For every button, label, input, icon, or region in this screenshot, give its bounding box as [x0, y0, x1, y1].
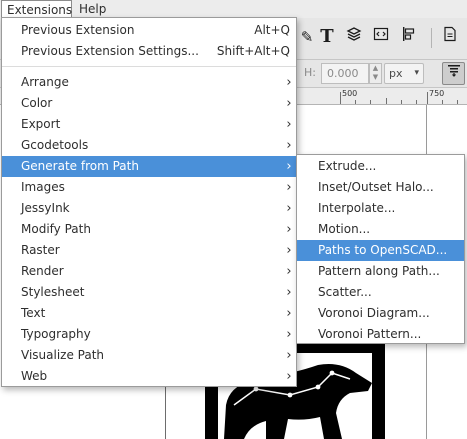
chevron-down-icon: ▾ — [414, 68, 419, 78]
menu-item-arrange[interactable]: Arrange › — [2, 72, 296, 93]
chevron-right-icon: › — [286, 369, 292, 384]
ruler-tick — [370, 100, 371, 104]
menu-item-text[interactable]: Text › — [2, 303, 296, 324]
height-spinner[interactable]: ▲ ▼ — [369, 63, 382, 84]
menu-item-render[interactable]: Render › — [2, 261, 296, 282]
extensions-menu: Previous Extension Alt+Q Previous Extens… — [1, 17, 297, 387]
submenu-item-scatter[interactable]: Scatter... — [297, 282, 464, 303]
chevron-right-icon: › — [286, 117, 292, 132]
ruler-label: 750 — [429, 89, 445, 98]
menu-item-label: Gcodetools — [21, 138, 89, 152]
unit-value: px — [389, 67, 403, 80]
ruler-tick — [427, 92, 428, 104]
ruler-tick — [457, 100, 458, 104]
menu-item-label: Text — [21, 306, 46, 320]
menu-item-label: Export — [21, 117, 61, 131]
submenu-item-interpolate[interactable]: Interpolate... — [297, 198, 464, 219]
menu-item-label: Typography — [21, 327, 91, 341]
submenu-item-motion[interactable]: Motion... — [297, 219, 464, 240]
chevron-right-icon: › — [286, 222, 292, 237]
menu-item-gcodetools[interactable]: Gcodetools › — [2, 135, 296, 156]
submenu-item-voronoi-pattern[interactable]: Voronoi Pattern... — [297, 324, 464, 345]
chevron-right-icon: › — [286, 264, 292, 279]
chevron-right-icon: › — [286, 327, 292, 342]
ruler-tick — [340, 92, 341, 104]
toolbar-separator — [431, 28, 432, 48]
submenu-item-extrude[interactable]: Extrude... — [297, 156, 464, 177]
menu-separator — [2, 66, 296, 67]
menu-item-label: Render — [21, 264, 64, 278]
menu-item-label: Color — [21, 96, 53, 110]
chevron-right-icon: › — [286, 348, 292, 363]
menu-item-label: Modify Path — [21, 222, 91, 236]
menu-item-typography[interactable]: Typography › — [2, 324, 296, 345]
menu-item-previous-extension-settings[interactable]: Previous Extension Settings... Shift+Alt… — [2, 41, 296, 62]
chevron-right-icon: › — [286, 243, 292, 258]
menu-item-visualize-path[interactable]: Visualize Path › — [2, 345, 296, 366]
submenu-item-inset-outset-halo[interactable]: Inset/Outset Halo... — [297, 177, 464, 198]
menu-item-color[interactable]: Color › — [2, 93, 296, 114]
chevron-right-icon: › — [286, 159, 292, 174]
xml-editor-icon[interactable] — [370, 26, 392, 48]
menubar: Extensions Help — [0, 0, 467, 18]
height-input[interactable]: 0.000 — [321, 63, 369, 84]
chevron-right-icon: › — [286, 138, 292, 153]
menu-item-export[interactable]: Export › — [2, 114, 296, 135]
chevron-right-icon: › — [286, 96, 292, 111]
ruler-tick — [416, 100, 417, 104]
menu-item-raster[interactable]: Raster › — [2, 240, 296, 261]
snap-toggle-button[interactable] — [442, 62, 465, 85]
ruler-tick — [355, 100, 356, 104]
ruler-tick — [401, 100, 402, 104]
menu-item-label: Visualize Path — [21, 348, 105, 362]
chevron-right-icon: › — [286, 306, 292, 321]
chevron-right-icon: › — [286, 180, 292, 195]
submenu-item-pattern-along-path[interactable]: Pattern along Path... — [297, 261, 464, 282]
shortcut-label: Shift+Alt+Q — [216, 44, 290, 58]
menu-item-previous-extension[interactable]: Previous Extension Alt+Q — [2, 20, 296, 41]
chevron-right-icon: › — [286, 75, 292, 90]
menu-item-web[interactable]: Web › — [2, 366, 296, 387]
chevron-right-icon: › — [286, 285, 292, 300]
menu-help[interactable]: Help — [74, 0, 111, 18]
menu-item-label: JessyInk — [21, 201, 70, 215]
menu-item-label: Previous Extension — [21, 23, 135, 37]
ruler-tick — [386, 98, 387, 104]
menu-item-label: Web — [21, 369, 48, 383]
menu-item-stylesheet[interactable]: Stylesheet › — [2, 282, 296, 303]
menu-item-label: Arrange — [21, 75, 69, 89]
pencil-icon[interactable]: ✎ — [296, 26, 318, 48]
menu-item-jessyink[interactable]: JessyInk › — [2, 198, 296, 219]
chevron-right-icon: › — [286, 201, 292, 216]
menu-item-label: Previous Extension Settings... — [21, 44, 199, 58]
menu-item-label: Images — [21, 180, 65, 194]
snap-icon — [447, 65, 460, 77]
text-tool-icon[interactable]: T — [316, 26, 338, 48]
menu-item-label: Stylesheet — [21, 285, 85, 299]
shortcut-label: Alt+Q — [254, 23, 290, 37]
menu-item-images[interactable]: Images › — [2, 177, 296, 198]
document-properties-icon[interactable] — [439, 26, 461, 48]
submenu-item-paths-to-openscad[interactable]: Paths to OpenSCAD... — [297, 240, 464, 261]
menu-item-modify-path[interactable]: Modify Path › — [2, 219, 296, 240]
align-icon[interactable] — [398, 26, 420, 48]
submenu-item-voronoi-diagram[interactable]: Voronoi Diagram... — [297, 303, 464, 324]
generate-from-path-submenu: Extrude... Inset/Outset Halo... Interpol… — [296, 154, 465, 344]
menu-extensions[interactable]: Extensions — [1, 0, 72, 18]
menu-item-label: Raster — [21, 243, 60, 257]
height-label: H: — [304, 66, 316, 79]
ruler-label: 500 — [342, 89, 358, 98]
menu-item-generate-from-path[interactable]: Generate from Path › — [2, 156, 296, 177]
unit-select[interactable]: px ▾ — [384, 63, 424, 84]
menu-item-label: Generate from Path — [21, 159, 139, 173]
ruler-tick — [442, 100, 443, 104]
layers-icon[interactable] — [343, 26, 365, 48]
